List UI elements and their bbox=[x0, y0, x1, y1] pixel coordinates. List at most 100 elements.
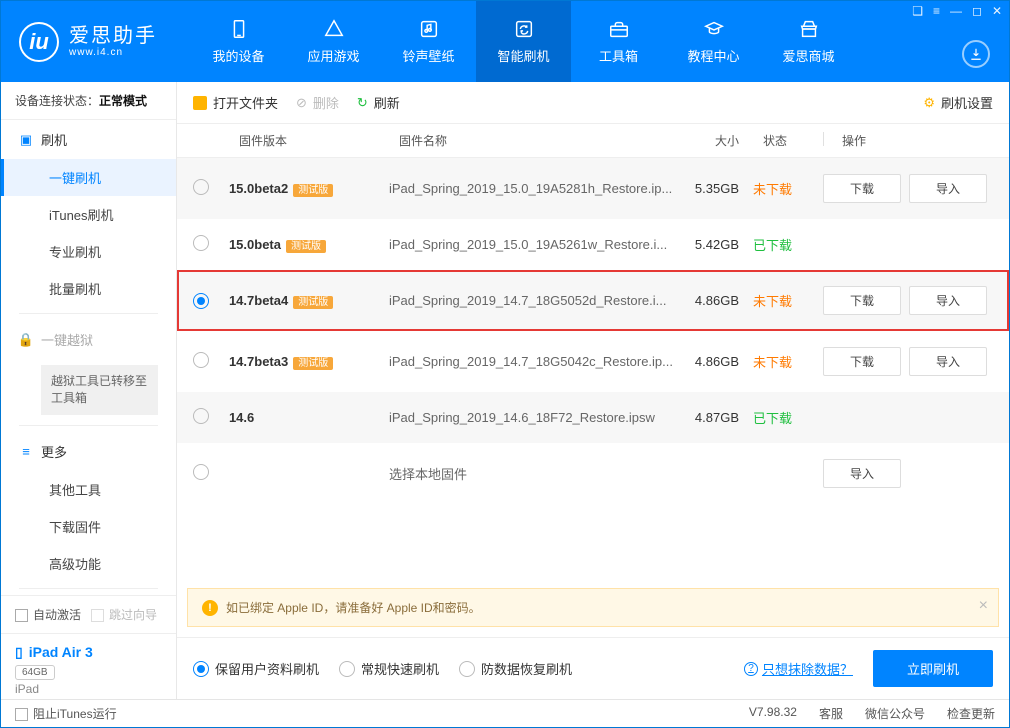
flash-option[interactable]: 保留用户资料刷机 bbox=[193, 659, 319, 678]
nav-phone[interactable]: 我的设备 bbox=[191, 1, 286, 82]
delete-icon: ⊘ bbox=[296, 95, 307, 111]
radio-button[interactable] bbox=[193, 293, 209, 309]
window-button[interactable]: ◻ bbox=[972, 4, 982, 18]
app-name: 爱思助手 bbox=[69, 25, 157, 47]
top-nav: 我的设备应用游戏铃声壁纸智能刷机工具箱教程中心爱思商城 bbox=[191, 1, 1009, 82]
firmware-name: iPad_Spring_2019_14.7_18G5042c_Restore.i… bbox=[389, 354, 673, 369]
warning-icon: ! bbox=[202, 600, 218, 616]
auto-activate-row: 自动激活 跳过向导 bbox=[1, 596, 176, 633]
logo: iu 爱思助手 www.i4.cn bbox=[1, 1, 191, 82]
radio-button[interactable] bbox=[193, 408, 209, 424]
erase-data-link[interactable]: ?只想抹除数据？ bbox=[744, 659, 853, 678]
nav-toolbox[interactable]: 工具箱 bbox=[571, 1, 666, 82]
wechat-link[interactable]: 微信公众号 bbox=[865, 705, 925, 722]
sidebar-item[interactable]: 其他工具 bbox=[1, 471, 176, 508]
sidebar-note: 越狱工具已转移至工具箱 bbox=[41, 365, 158, 415]
delete-button[interactable]: ⊘删除 bbox=[296, 93, 339, 112]
window-controls: ❑ ≡ — ◻ ✕ bbox=[912, 4, 1002, 18]
download-icon[interactable] bbox=[962, 40, 990, 68]
open-folder-button[interactable]: 打开文件夹 bbox=[193, 93, 278, 112]
folder-icon bbox=[193, 96, 207, 110]
nav-store[interactable]: 爱思商城 bbox=[761, 1, 856, 82]
sidebar-group[interactable]: ▣刷机 bbox=[1, 120, 176, 159]
radio-button[interactable] bbox=[339, 661, 355, 677]
flash-now-button[interactable]: 立即刷机 bbox=[873, 650, 993, 687]
sidebar-item[interactable]: iTunes刷机 bbox=[1, 196, 176, 233]
flash-option[interactable]: 防数据恢复刷机 bbox=[459, 659, 572, 678]
radio-button[interactable] bbox=[193, 661, 209, 677]
more-icon: ≡ bbox=[19, 444, 33, 458]
import-button[interactable]: 导入 bbox=[909, 174, 987, 203]
radio-button[interactable] bbox=[193, 235, 209, 251]
window-button[interactable]: ≡ bbox=[933, 4, 940, 18]
refresh-icon bbox=[513, 18, 535, 40]
table-row[interactable]: 14.7beta4测试版iPad_Spring_2019_14.7_18G505… bbox=[177, 270, 1009, 331]
radio-button[interactable] bbox=[193, 464, 209, 480]
store-icon bbox=[798, 18, 820, 40]
firmware-name: iPad_Spring_2019_15.0_19A5281h_Restore.i… bbox=[389, 181, 673, 196]
window-button[interactable]: ✕ bbox=[992, 4, 1002, 18]
flash-icon: ▣ bbox=[19, 133, 33, 147]
nav-grad[interactable]: 教程中心 bbox=[666, 1, 761, 82]
notice-banner: ! 如已绑定 Apple ID，请准备好 Apple ID和密码。 × bbox=[187, 588, 999, 627]
check-update-link[interactable]: 检查更新 bbox=[947, 705, 995, 722]
firmware-name: iPad_Spring_2019_14.6_18F72_Restore.ipsw bbox=[389, 410, 673, 425]
nav-refresh[interactable]: 智能刷机 bbox=[476, 1, 571, 82]
sidebar: 设备连接状态：正常模式 ▣刷机一键刷机iTunes刷机专业刷机批量刷机🔒一键越狱… bbox=[1, 82, 177, 699]
import-button[interactable]: 导入 bbox=[909, 347, 987, 376]
download-button[interactable]: 下载 bbox=[823, 347, 901, 376]
import-button[interactable]: 导入 bbox=[909, 286, 987, 315]
firmware-name: iPad_Spring_2019_15.0_19A5261w_Restore.i… bbox=[389, 237, 673, 252]
table-row[interactable]: 14.7beta3测试版iPad_Spring_2019_14.7_18G504… bbox=[177, 331, 1009, 392]
beta-tag: 测试版 bbox=[286, 240, 326, 253]
nav-music[interactable]: 铃声壁纸 bbox=[381, 1, 476, 82]
nav-apps[interactable]: 应用游戏 bbox=[286, 1, 381, 82]
lock-icon: 🔒 bbox=[19, 333, 33, 347]
action-bar: 保留用户资料刷机 常规快速刷机 防数据恢复刷机 ?只想抹除数据？ 立即刷机 bbox=[177, 637, 1009, 699]
table-row[interactable]: 15.0beta测试版iPad_Spring_2019_15.0_19A5261… bbox=[177, 219, 1009, 270]
sidebar-item[interactable]: 高级功能 bbox=[1, 545, 176, 582]
auto-activate-checkbox[interactable]: 自动激活 bbox=[15, 606, 81, 623]
table-row[interactable]: 15.0beta2测试版iPad_Spring_2019_15.0_19A528… bbox=[177, 158, 1009, 219]
table-row[interactable]: 14.6iPad_Spring_2019_14.6_18F72_Restore.… bbox=[177, 392, 1009, 443]
block-itunes-checkbox[interactable]: 阻止iTunes运行 bbox=[15, 705, 117, 722]
logo-icon: iu bbox=[19, 22, 59, 62]
firmware-list: 15.0beta2测试版iPad_Spring_2019_15.0_19A528… bbox=[177, 158, 1009, 588]
download-button[interactable]: 下载 bbox=[823, 174, 901, 203]
radio-button[interactable] bbox=[193, 352, 209, 368]
device-info[interactable]: ▯iPad Air 3 64GB iPad bbox=[1, 633, 176, 706]
toolbox-icon bbox=[608, 18, 630, 40]
skip-guide-checkbox[interactable]: 跳过向导 bbox=[91, 606, 157, 623]
gear-icon: ⚙ bbox=[923, 95, 935, 111]
beta-tag: 测试版 bbox=[293, 357, 333, 370]
tablet-icon: ▯ bbox=[15, 644, 23, 661]
sidebar-item[interactable]: 批量刷机 bbox=[1, 270, 176, 307]
sidebar-item[interactable]: 下载固件 bbox=[1, 508, 176, 545]
import-button[interactable]: 导入 bbox=[823, 459, 901, 488]
sidebar-group[interactable]: ≡更多 bbox=[1, 432, 176, 471]
refresh-button[interactable]: ↻刷新 bbox=[357, 93, 400, 112]
app-url: www.i4.cn bbox=[69, 47, 157, 58]
sidebar-item[interactable]: 一键刷机 bbox=[1, 159, 176, 196]
beta-tag: 测试版 bbox=[293, 184, 333, 197]
download-button[interactable]: 下载 bbox=[823, 286, 901, 315]
support-link[interactable]: 客服 bbox=[819, 705, 843, 722]
window-button[interactable]: ❑ bbox=[912, 4, 923, 18]
table-row[interactable]: 选择本地固件 导入 bbox=[177, 443, 1009, 504]
settings-button[interactable]: ⚙刷机设置 bbox=[923, 93, 993, 112]
sidebar-group[interactable]: 🔒一键越狱 bbox=[1, 320, 176, 359]
info-icon: ? bbox=[744, 662, 758, 676]
firmware-name: 选择本地固件 bbox=[389, 464, 673, 483]
sidebar-item[interactable]: 专业刷机 bbox=[1, 233, 176, 270]
radio-button[interactable] bbox=[193, 179, 209, 195]
titlebar: iu 爱思助手 www.i4.cn 我的设备应用游戏铃声壁纸智能刷机工具箱教程中… bbox=[1, 1, 1009, 82]
flash-option[interactable]: 常规快速刷机 bbox=[339, 659, 439, 678]
radio-button[interactable] bbox=[459, 661, 475, 677]
main-panel: 打开文件夹 ⊘删除 ↻刷新 ⚙刷机设置 固件版本 固件名称 大小 状态 操作 1… bbox=[177, 82, 1009, 699]
window-button[interactable]: — bbox=[950, 4, 962, 18]
table-header: 固件版本 固件名称 大小 状态 操作 bbox=[177, 124, 1009, 158]
apps-icon bbox=[323, 18, 345, 40]
close-icon[interactable]: × bbox=[979, 597, 988, 615]
refresh-icon: ↻ bbox=[357, 95, 368, 111]
grad-icon bbox=[703, 18, 725, 40]
